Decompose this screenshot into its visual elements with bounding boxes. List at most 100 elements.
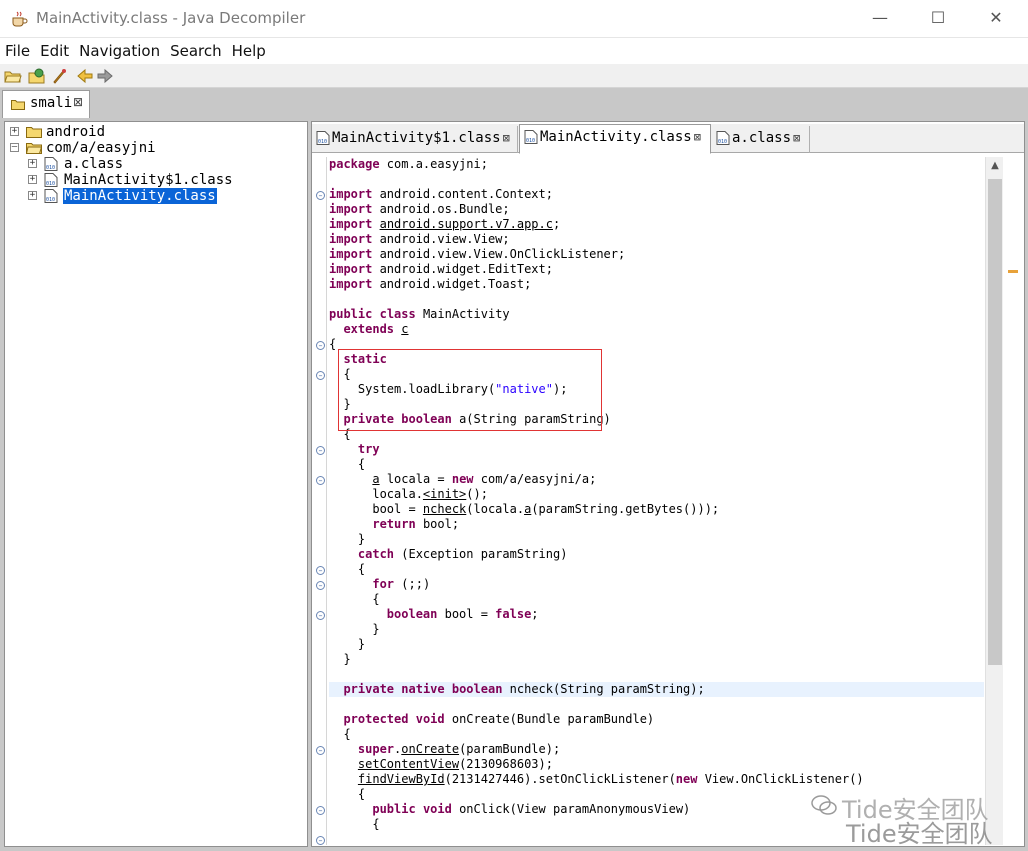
code-line: a locala = new com/a/easyjni/a; [372,472,597,486]
menu-bar: File Edit Navigation Search Help [0,38,1028,64]
menu-edit[interactable]: Edit [35,38,74,62]
tab-mainactivity-class[interactable]: 010 MainActivity.class ⊠ [519,124,711,154]
code-line: catch (Exception paramString) [357,547,568,561]
tree-item-com-a-easyjni[interactable]: – com/a/easyjni [8,140,298,156]
fold-icon[interactable]: – [316,746,325,755]
tree-label-selected: MainActivity.class [63,188,217,204]
annotation-highlight-box [338,349,602,431]
code-line: import android.widget.EditText; [329,262,553,276]
fold-icon[interactable]: – [316,581,325,590]
close-tab-icon[interactable]: ⊠ [503,131,510,145]
code-editor[interactable]: – – – – – – – – – – – package com.a.easy… [314,157,984,845]
scroll-thumb[interactable] [988,179,1002,665]
package-tree: + android – com/a/easyjni + 010 a.class … [4,121,308,847]
tree-item-android[interactable]: + android [8,124,298,140]
code-line: } [329,652,351,666]
code-line: try [357,442,380,456]
overview-marker[interactable] [1008,270,1018,273]
fold-gutter: – – – – – – – – – – – [314,157,327,845]
class-file-icon: 010 [716,131,730,145]
menu-navigation[interactable]: Navigation [74,38,165,62]
window-titlebar: MainActivity.class - Java Decompiler — ☐… [0,0,1028,38]
svg-text:010: 010 [718,139,727,145]
open-type-icon[interactable] [28,67,46,85]
source-code: package com.a.easyjni; import android.co… [329,157,984,832]
coffee-cup-icon [12,11,28,27]
svg-text:010: 010 [318,139,327,145]
code-line: for (;;) [372,577,431,591]
close-tab-icon[interactable]: ⊠ [694,130,701,144]
code-line: super.onCreate(paramBundle); [357,742,561,756]
fold-icon[interactable]: – [316,566,325,575]
fold-icon[interactable]: – [316,836,325,845]
expand-icon[interactable]: + [10,127,19,136]
code-line: public class MainActivity [329,307,510,321]
forward-arrow-icon[interactable] [96,67,114,85]
code-line: return bool; [372,517,460,531]
svg-text:010: 010 [526,138,535,144]
code-line: protected void onCreate(Bundle paramBund… [343,712,655,726]
fold-icon[interactable]: – [316,806,325,815]
tab-label: MainActivity$1.class [332,130,501,146]
code-line: import android.os.Bundle; [329,202,510,216]
tab-a-class[interactable]: 010 a.class ⊠ [712,126,810,153]
code-line: { [329,562,366,576]
close-icon[interactable]: ✕ [986,8,1006,28]
tab-smali[interactable]: smali ⊠ [2,90,90,118]
fold-icon[interactable]: – [316,446,325,455]
vertical-scrollbar[interactable]: ▲ [985,157,1003,845]
code-line: import android.content.Context; [329,187,553,201]
svg-text:010: 010 [46,181,55,187]
code-line: bool = ncheck(locala.a(paramString.getBy… [329,502,720,516]
fold-icon[interactable]: – [316,341,325,350]
fold-icon[interactable]: – [316,611,325,620]
close-tab-icon[interactable]: ⊠ [793,131,800,145]
code-line: { [329,457,366,471]
class-file-icon: 010 [44,157,58,171]
maximize-icon[interactable]: ☐ [928,8,948,28]
code-line: locala.<init>(); [329,487,488,501]
fold-icon[interactable]: – [316,476,325,485]
expand-icon[interactable]: + [28,159,37,168]
svg-text:010: 010 [46,165,55,171]
back-arrow-icon[interactable] [76,67,94,85]
close-tab-icon[interactable]: ⊠ [73,95,83,109]
fold-icon[interactable]: – [316,191,325,200]
code-line: setContentView(2130968603); [357,757,553,771]
code-line: { [329,592,380,606]
open-folder-icon [26,143,42,154]
folder-icon [26,127,42,138]
tree-label: android [46,124,106,140]
code-line: import android.view.View.OnClickListener… [329,247,626,261]
scroll-up-icon[interactable]: ▲ [986,157,1004,175]
collapse-icon[interactable]: – [10,143,19,152]
toolbar [0,64,1028,88]
tree-item-mainactivity-class[interactable]: + 010 MainActivity.class [8,188,298,204]
menu-file[interactable]: File [0,38,35,62]
menu-search[interactable]: Search [165,38,227,62]
expand-icon[interactable]: + [28,191,37,200]
code-line: } [329,622,380,636]
tree-label: com/a/easyjni [46,140,156,156]
svg-text:010: 010 [46,197,55,203]
menu-help[interactable]: Help [227,38,271,62]
watermark-line2: Tide安全团队 [846,820,993,848]
open-file-icon[interactable] [4,67,22,85]
tree-item-a-class[interactable]: + 010 a.class [8,156,298,172]
window-title: MainActivity.class - Java Decompiler [36,9,306,27]
code-line: extends c [343,322,409,336]
code-line: } [329,532,366,546]
expand-icon[interactable]: + [28,175,37,184]
fold-icon[interactable]: – [316,371,325,380]
class-file-icon: 010 [44,173,58,187]
code-line: findViewById(2131427446).setOnClickListe… [357,772,864,786]
tree-item-mainactivity1-class[interactable]: + 010 MainActivity$1.class [8,172,298,188]
class-file-icon: 010 [524,130,538,144]
tab-mainactivity1-class[interactable]: 010 MainActivity$1.class ⊠ [312,126,518,153]
minimize-icon[interactable]: — [870,8,890,28]
overview-ruler [1005,157,1023,845]
run-icon[interactable] [50,67,68,85]
